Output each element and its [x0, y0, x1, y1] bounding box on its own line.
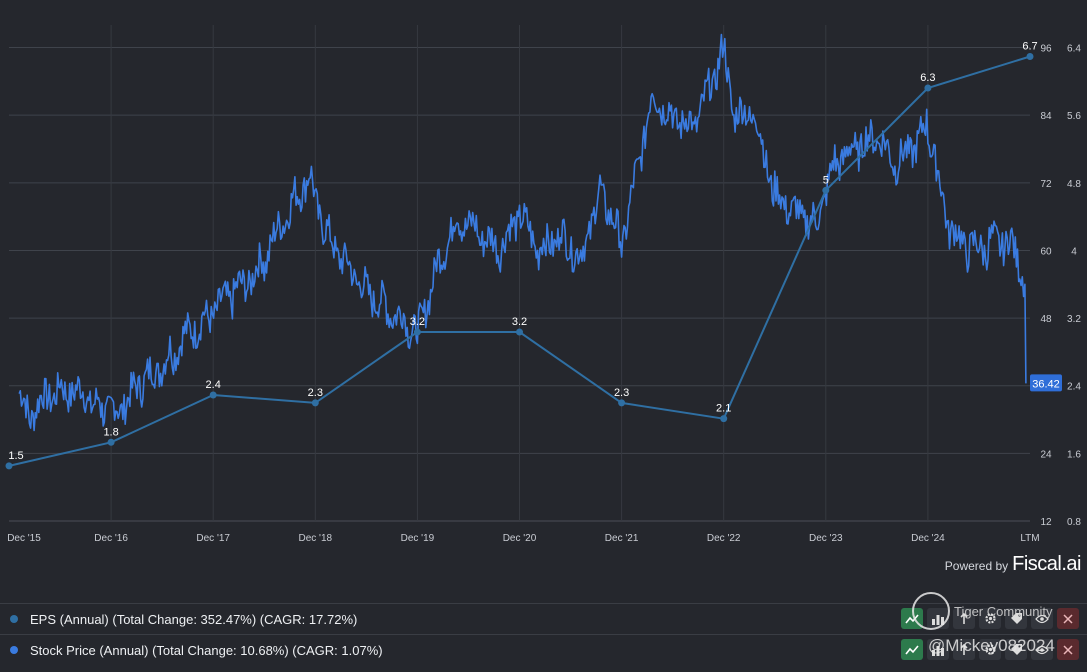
eps-point: [209, 391, 217, 399]
legend-eps-text: EPS (Annual) (Total Change: 352.47%) (CA…: [30, 611, 358, 627]
eps-point: [413, 328, 421, 336]
tag-icon[interactable]: [1005, 608, 1027, 629]
eps-tick-label: 4: [1071, 246, 1077, 257]
eps-data-label: 1.8: [103, 426, 118, 438]
line-chart-icon[interactable]: [901, 608, 923, 629]
x-tick-label: Dec '22: [707, 533, 741, 544]
price-tick-label: 12: [1040, 517, 1052, 528]
price-tick-label: 60: [1040, 246, 1052, 257]
eps-tick-label: 3.2: [1067, 314, 1081, 325]
line-chart-icon[interactable]: [901, 639, 923, 660]
legend-price-text: Stock Price (Annual) (Total Change: 10.6…: [30, 642, 383, 658]
eps-point: [107, 438, 115, 446]
x-tick-label: Dec '18: [299, 533, 333, 544]
x-tick-label: LTM: [1020, 533, 1039, 544]
eps-data-label: 2.3: [308, 387, 323, 399]
fiscal-ai-logo: Fiscal.ai: [1012, 553, 1081, 575]
eps-point: [822, 186, 830, 194]
eps-tick-label: 6.4: [1067, 44, 1081, 55]
legend-row-price[interactable]: Stock Price (Annual) (Total Change: 10.6…: [0, 634, 1087, 665]
legend-price-dot: [10, 646, 18, 654]
chart-canvas: 1.5 1.8 2.4 2.3 3.2 3.2 2.3 2.1 5 6.3 6.7 96 6.4 84 5…: [5, 25, 1081, 544]
eps-tick-label: 1.6: [1067, 449, 1081, 460]
eps-data-label: 3.2: [410, 316, 425, 328]
x-tick-label: Dec '15: [7, 533, 41, 544]
eps-point: [516, 328, 523, 336]
price-tick-label: 84: [1040, 111, 1052, 122]
x-tick-label: Dec '20: [503, 533, 537, 544]
eps-point: [720, 415, 728, 423]
tag-icon[interactable]: [1005, 639, 1027, 660]
eps-tick-label: 2.4: [1067, 382, 1081, 393]
eps-point: [5, 462, 13, 470]
axis-toggle-icon[interactable]: [953, 639, 975, 660]
bar-chart-icon[interactable]: [927, 639, 949, 660]
x-tick-label: Dec '19: [401, 533, 435, 544]
stock-price-series: [18, 33, 1027, 432]
close-icon[interactable]: [1057, 639, 1079, 660]
eps-point: [924, 84, 932, 92]
eps-point: [1026, 52, 1034, 60]
eps-tick-label: 5.6: [1067, 111, 1081, 122]
eps-series: 1.5 1.8 2.4 2.3 3.2 3.2 2.3 2.1 5 6.3 6.7: [5, 40, 1038, 470]
x-tick-label: Dec '17: [196, 533, 230, 544]
eps-data-label: 2.3: [614, 387, 629, 399]
legend-price-tools: [901, 639, 1079, 660]
axis-toggle-icon[interactable]: [953, 608, 975, 629]
price-tick-label: 48: [1040, 314, 1052, 325]
price-tick-label: 72: [1040, 179, 1052, 190]
x-tick-label: Dec '23: [809, 533, 843, 544]
eps-data-label: 6.7: [1022, 40, 1037, 52]
eps-tick-label: 4.8: [1067, 179, 1081, 190]
eye-icon[interactable]: [1031, 608, 1053, 629]
eps-point: [311, 399, 319, 407]
chart-grid: [9, 25, 1030, 522]
x-tick-label: Dec '24: [911, 533, 945, 544]
eye-icon[interactable]: [1031, 639, 1053, 660]
close-icon[interactable]: [1057, 608, 1079, 629]
last-price-label: 36.42: [1032, 378, 1060, 390]
eps-data-label: 2.1: [716, 403, 731, 415]
x-tick-label: Dec '21: [605, 533, 639, 544]
stock-price-line: [18, 33, 1027, 432]
eps-tick-label: 0.8: [1067, 517, 1081, 528]
gear-icon[interactable]: [979, 608, 1001, 629]
legend-row-eps[interactable]: EPS (Annual) (Total Change: 352.47%) (CA…: [0, 603, 1087, 634]
eps-data-label: 3.2: [512, 316, 527, 328]
eps-data-label: 2.4: [206, 379, 221, 391]
powered-by-text: Powered by: [944, 559, 1009, 573]
legend-eps-dot: [10, 615, 18, 623]
x-tick-label: Dec '16: [94, 533, 128, 544]
eps-data-label: 6.3: [920, 72, 935, 84]
price-tick-label: 96: [1040, 44, 1052, 55]
bar-chart-icon[interactable]: [927, 608, 949, 629]
eps-data-label: 5: [823, 174, 829, 186]
powered-by-branding[interactable]: Powered by Fiscal.ai: [944, 553, 1082, 576]
price-tick-label: 24: [1040, 449, 1052, 460]
eps-point: [618, 399, 626, 407]
legend-eps-tools: [901, 608, 1079, 629]
gear-icon[interactable]: [979, 639, 1001, 660]
eps-data-label: 1.5: [8, 450, 23, 462]
